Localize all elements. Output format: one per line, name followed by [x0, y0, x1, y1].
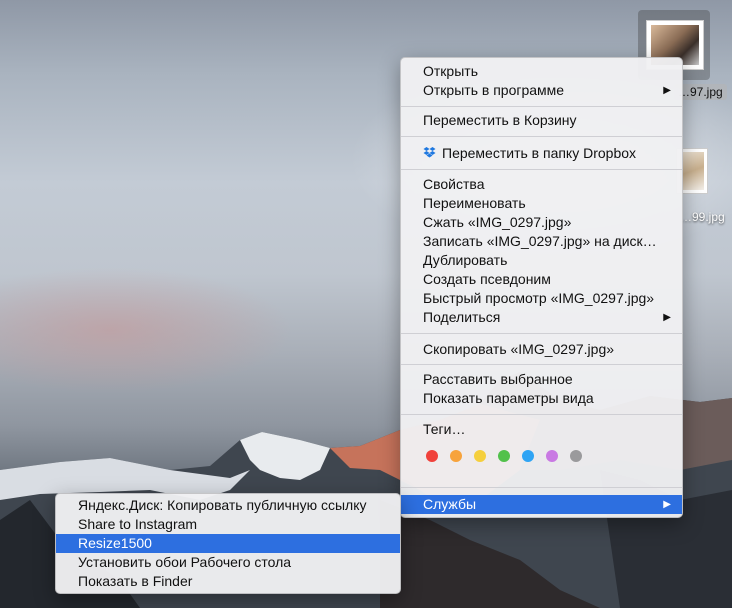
tag-color-dot[interactable]	[522, 450, 534, 462]
menu-item-duplicate[interactable]: Дублировать	[401, 251, 682, 270]
menu-item-label: Быстрый просмотр «IMG_0297.jpg»	[423, 290, 655, 306]
tag-color-dot[interactable]	[498, 450, 510, 462]
menu-separator	[401, 414, 682, 415]
menu-item-clean-up-selection[interactable]: Расставить выбранное	[401, 370, 682, 389]
tag-color-dot[interactable]	[450, 450, 462, 462]
menu-item-label: Share to Instagram	[78, 516, 198, 532]
menu-item-open[interactable]: Открыть	[401, 62, 682, 81]
menu-item-label: Теги…	[423, 421, 466, 437]
menu-item-compress[interactable]: Сжать «IMG_0297.jpg»	[401, 213, 682, 232]
menu-item-label: Открыть	[423, 63, 478, 79]
tag-color-dot[interactable]	[546, 450, 558, 462]
menu-item-move-to-dropbox[interactable]: Переместить в папку Dropbox	[401, 144, 682, 163]
service-item-yandex-disk-copy-link[interactable]: Яндекс.Диск: Копировать публичную ссылку	[56, 496, 400, 515]
context-menu: Открыть Открыть в программе ▶ Переместить…	[400, 57, 683, 518]
submenu-arrow-icon: ▶	[663, 499, 671, 510]
menu-item-get-info[interactable]: Свойства	[401, 175, 682, 194]
menu-item-label: Переименовать	[423, 195, 526, 211]
menu-item-show-view-options[interactable]: Показать параметры вида	[401, 389, 682, 408]
menu-item-label: Поделиться	[423, 309, 501, 325]
menu-item-label: Сжать «IMG_0297.jpg»	[423, 214, 572, 230]
menu-item-label: Скопировать «IMG_0297.jpg»	[423, 341, 615, 357]
menu-item-label: Показать в Finder	[78, 573, 193, 589]
menu-separator	[401, 136, 682, 137]
menu-item-move-to-trash[interactable]: Переместить в Корзину	[401, 111, 682, 130]
menu-item-label: Переместить в папку Dropbox	[442, 145, 637, 161]
menu-item-services[interactable]: Службы ▶	[401, 495, 682, 514]
tag-color-dot[interactable]	[474, 450, 486, 462]
menu-separator	[401, 333, 682, 334]
menu-item-make-alias[interactable]: Создать псевдоним	[401, 270, 682, 289]
menu-item-label: Resize1500	[78, 535, 152, 551]
menu-separator	[401, 169, 682, 170]
menu-item-label: Яндекс.Диск: Копировать публичную ссылку	[78, 497, 367, 513]
tag-color-dot[interactable]	[426, 450, 438, 462]
menu-item-label: Записать «IMG_0297.jpg» на диск…	[423, 233, 657, 249]
menu-item-label: Расставить выбранное	[423, 371, 573, 387]
menu-item-label: Открыть в программе	[423, 82, 565, 98]
menu-item-label: Показать параметры вида	[423, 390, 594, 406]
menu-item-burn-to-disc[interactable]: Записать «IMG_0297.jpg» на диск…	[401, 232, 682, 251]
menu-separator	[401, 106, 682, 107]
menu-separator	[401, 364, 682, 365]
menu-item-label: Создать псевдоним	[423, 271, 551, 287]
menu-item-share[interactable]: Поделиться ▶	[401, 308, 682, 327]
dropbox-icon	[423, 147, 436, 158]
menu-separator	[401, 487, 682, 488]
menu-item-label: Переместить в Корзину	[423, 112, 577, 128]
menu-item-rename[interactable]: Переименовать	[401, 194, 682, 213]
services-submenu: Яндекс.Диск: Копировать публичную ссылку…	[55, 493, 401, 594]
submenu-arrow-icon: ▶	[663, 312, 671, 323]
service-item-set-desktop-picture[interactable]: Установить обои Рабочего стола	[56, 553, 400, 572]
file-name-label[interactable]: …99.jpg	[680, 210, 725, 224]
menu-item-tags[interactable]: Теги…	[401, 420, 682, 439]
service-item-share-to-instagram[interactable]: Share to Instagram	[56, 515, 400, 534]
service-item-show-in-finder[interactable]: Показать в Finder	[56, 572, 400, 591]
menu-item-quick-look[interactable]: Быстрый просмотр «IMG_0297.jpg»	[401, 289, 682, 308]
service-item-resize1500[interactable]: Resize1500	[56, 534, 400, 553]
menu-item-label: Свойства	[423, 176, 485, 192]
tag-color-dot[interactable]	[570, 450, 582, 462]
menu-item-open-with[interactable]: Открыть в программе ▶	[401, 81, 682, 100]
menu-item-label: Установить обои Рабочего стола	[78, 554, 292, 570]
submenu-arrow-icon: ▶	[663, 85, 671, 96]
menu-item-label: Дублировать	[423, 252, 508, 268]
menu-item-label: Службы	[423, 496, 477, 512]
menu-item-copy[interactable]: Скопировать «IMG_0297.jpg»	[401, 340, 682, 359]
